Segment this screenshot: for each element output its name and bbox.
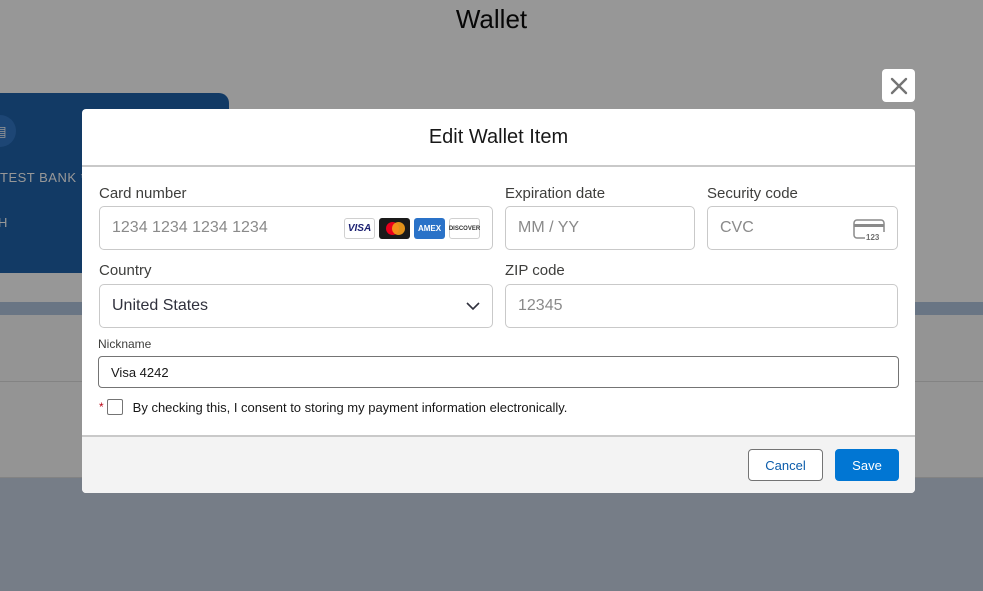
cvc-card-icon: 123 — [853, 219, 885, 241]
expiration-placeholder: MM / YY — [518, 219, 580, 236]
edit-wallet-modal: Edit Wallet Item Card number 1234 1234 1… — [82, 109, 915, 493]
card-brands: VISA AMEX DISCOVER — [344, 218, 480, 239]
nickname-input[interactable]: Visa 4242 — [98, 356, 899, 388]
modal-title: Edit Wallet Item — [428, 125, 569, 148]
visa-icon: VISA — [344, 218, 375, 239]
card-number-placeholder: 1234 1234 1234 1234 — [112, 219, 268, 236]
card-number-input[interactable]: 1234 1234 1234 1234 VISA AMEX DISCOVER — [99, 206, 493, 250]
expiration-label: Expiration date — [505, 185, 606, 202]
required-marker: * — [99, 400, 104, 414]
cancel-button[interactable]: Cancel — [748, 449, 823, 481]
close-icon — [890, 77, 907, 94]
country-value: United States — [112, 297, 209, 314]
security-code-input[interactable]: CVC 123 — [707, 206, 898, 250]
country-select[interactable]: United States — [99, 284, 493, 328]
card-number-label: Card number — [99, 185, 187, 202]
zip-label: ZIP code — [505, 262, 565, 279]
zip-placeholder: 12345 — [518, 297, 563, 314]
consent-checkbox[interactable] — [106, 399, 123, 415]
consent-row: * By checking this, I consent to storing… — [99, 399, 567, 415]
svg-text:123: 123 — [866, 233, 880, 241]
modal-header: Edit Wallet Item — [82, 109, 915, 167]
save-button[interactable]: Save — [835, 449, 899, 481]
security-code-placeholder: CVC — [720, 219, 754, 236]
expiration-input[interactable]: MM / YY — [505, 206, 695, 250]
discover-icon: DISCOVER — [449, 218, 480, 239]
zip-input[interactable]: 12345 — [505, 284, 898, 328]
consent-text: By checking this, I consent to storing m… — [132, 399, 568, 415]
mastercard-icon — [379, 218, 410, 239]
country-label: Country — [99, 262, 152, 279]
nickname-value: Visa 4242 — [111, 364, 169, 380]
chevron-down-icon — [466, 302, 480, 311]
nickname-label: Nickname — [98, 337, 152, 351]
modal-footer: Cancel Save — [82, 435, 915, 493]
amex-icon: AMEX — [414, 218, 445, 239]
security-code-label: Security code — [707, 185, 798, 202]
close-modal-button[interactable] — [882, 69, 915, 102]
